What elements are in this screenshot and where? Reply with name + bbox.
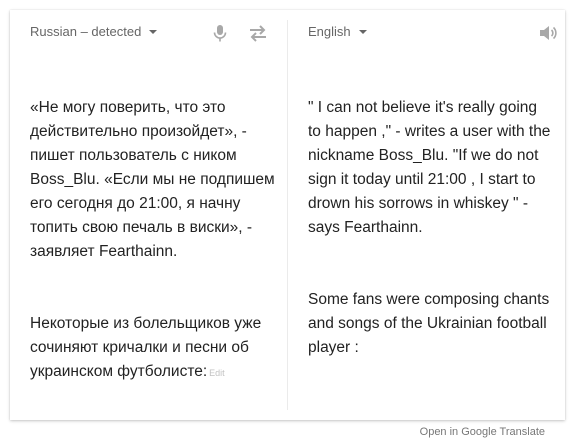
microphone-icon[interactable]	[209, 22, 231, 44]
swap-languages-icon[interactable]	[247, 22, 269, 44]
source-text[interactable]: «Не могу поверить, что это действительно…	[30, 72, 275, 433]
speaker-icon[interactable]	[537, 22, 559, 44]
edit-link[interactable]: Edit	[209, 368, 225, 378]
source-pane: Russian – detected «Не могу поверить, чт…	[10, 10, 287, 420]
source-paragraph-text: Некоторые из болельщиков уже сочиняют кр…	[30, 315, 262, 380]
source-language-select[interactable]: Russian – detected	[30, 24, 158, 39]
target-language-select[interactable]: English	[308, 24, 367, 39]
source-paragraph: Некоторые из болельщиков уже сочиняют кр…	[30, 312, 275, 385]
translation-paragraph: Some fans were composing chants and song…	[308, 291, 550, 356]
translation-paragraph: " I can not believe it's really going to…	[308, 99, 551, 236]
caret-down-icon	[149, 30, 158, 34]
target-language-label: English	[308, 24, 351, 39]
translation-text: " I can not believe it's really going to…	[308, 72, 553, 408]
target-pane: English " I can not believe it's really …	[288, 10, 565, 420]
translate-card: Russian – detected «Не могу поверить, чт…	[10, 10, 565, 420]
caret-down-icon	[358, 30, 367, 34]
source-paragraph: «Не могу поверить, что это действительно…	[30, 99, 275, 260]
open-in-google-translate-link[interactable]: Open in Google Translate	[420, 426, 545, 438]
source-language-label: Russian – detected	[30, 24, 142, 39]
